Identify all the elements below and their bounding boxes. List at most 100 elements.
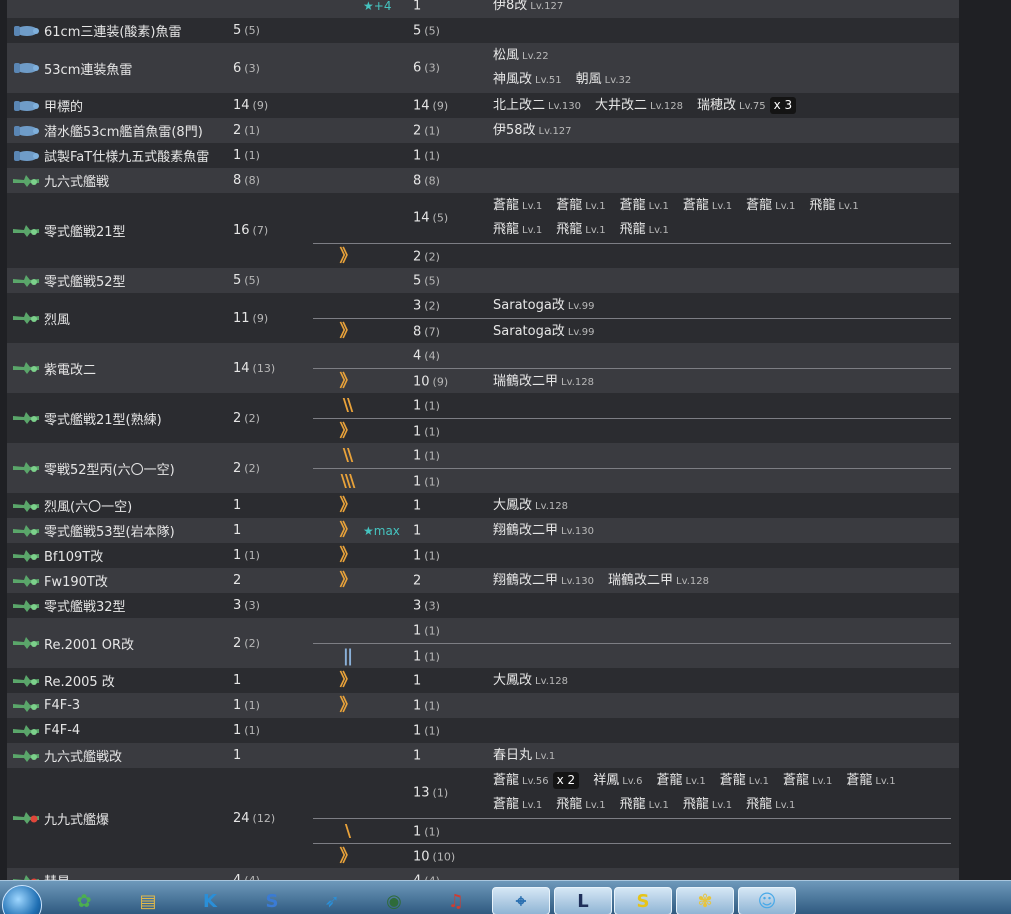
equipment-row[interactable]: Re.2001 OR改 2 (2) 1 (1) || 1 (1) — [7, 618, 959, 668]
ship-entry[interactable]: 蒼龍 Lv.1 — [556, 198, 605, 213]
ship-entry[interactable]: Saratoga改 Lv.99 — [493, 324, 594, 339]
equipment-row[interactable]: Re.2005 改 1 》 1 大鳳改 Lv.128 — [7, 668, 959, 693]
equipment-row[interactable]: 試製FaT仕様九五式酸素魚雷 1 (1) 1 (1) — [7, 143, 959, 168]
total-unlocked-count: (9) — [252, 311, 269, 325]
total-unlocked-count: (1) — [244, 124, 260, 137]
ship-entry[interactable]: 伊8改 Lv.127 — [493, 0, 563, 13]
ship-name: 伊58改 — [493, 122, 536, 138]
equipment-row[interactable]: 零式艦戦53型(岩本隊) 1 》 ★max 1 翔鶴改二甲 Lv.130 — [7, 518, 959, 543]
ship-entry[interactable]: 飛龍 Lv.1 — [683, 797, 732, 812]
ship-entry[interactable]: 蒼龍 Lv.1 — [720, 773, 769, 788]
equipment-row[interactable]: 零式艦戦21型(熟練) 2 (2) \\ 1 (1) 》 1 (1) — [7, 393, 959, 443]
ship-entry[interactable]: 春日丸 Lv.1 — [493, 748, 555, 763]
tier-count-sub: (1) — [424, 425, 440, 438]
app-l-icon[interactable]: L — [554, 887, 612, 914]
equipment-name: 甲標的 — [7, 93, 229, 118]
ship-entry[interactable]: 飛龍 Lv.1 — [620, 797, 669, 812]
ship-entry[interactable]: 大井改二 Lv.128 — [595, 98, 683, 113]
ship-entry[interactable]: 翔鶴改二甲 Lv.130 — [493, 523, 594, 538]
equipment-row[interactable]: Fw190T改 2 》 2 翔鶴改二甲 Lv.130 瑞鶴改二甲 Lv.128 — [7, 568, 959, 593]
equipment-row[interactable]: 53cm連装魚雷 6 (3) 6 (3) 松風 Lv.22 神風改 Lv.51 朝風 Lv.32 — [7, 43, 959, 93]
app-flower-icon[interactable]: ✾ — [676, 887, 734, 914]
total-count: 16 — [233, 223, 250, 238]
tier-count-value: 1 — [413, 448, 422, 463]
equipment-row[interactable]: 零式艦戦52型 5 (5) 5 (5) — [7, 268, 959, 293]
ship-entry[interactable]: 蒼龍 Lv.1 — [656, 773, 705, 788]
ship-level: Lv.1 — [711, 201, 733, 212]
total-count: 1 — [233, 723, 242, 738]
equipment-row[interactable]: 九九式艦爆 24 (12) 13 (1) 蒼龍 Lv.56 x 2 祥鳳 Lv.6 蒼龍 Lv.1 蒼龍… — [7, 768, 959, 868]
equipment-row[interactable]: ★+4 1 伊8改 Lv.127 — [7, 0, 959, 18]
improvement-tiers: 1 (1) — [313, 143, 951, 168]
equipment-row[interactable]: 零戦52型丙(六〇一空) 2 (2) \\ 1 (1) \\\ 1 (1) — [7, 443, 959, 493]
ship-entry[interactable]: 瑞穂改 Lv.75 — [697, 98, 766, 113]
ship-entry[interactable]: 神風改 Lv.51 — [493, 72, 562, 87]
ship-entry[interactable]: 瑞鶴改二甲 Lv.128 — [608, 573, 709, 588]
tier-count: 1 — [413, 498, 421, 513]
equipment-row[interactable]: 九六式艦戦 8 (8) 8 (8) — [7, 168, 959, 193]
ship-entry[interactable]: 蒼龍 Lv.1 — [493, 198, 542, 213]
ship-level: Lv.1 — [648, 201, 669, 212]
ship-line: 蒼龍 Lv.1 蒼龍 Lv.1 蒼龍 Lv.1 蒼龍 Lv.1 蒼龍 Lv.1 飛龍 Lv.1 — [493, 194, 951, 218]
equipment-row[interactable]: 紫電改二 14 (13) 4 (4) 》 10 (9) 瑞鶴改二甲 Lv.128 — [7, 343, 959, 393]
ship-entry[interactable]: 飛龍 Lv.1 — [746, 797, 795, 812]
equipment-row[interactable]: 甲標的 14 (9) 14 (9) 北上改二 Lv.130 大井改二 Lv.128 瑞穂改 Lv.7… — [7, 93, 959, 118]
fighter-icon — [12, 411, 40, 425]
ship-entry[interactable]: 朝風 Lv.32 — [576, 72, 632, 87]
ship-entry[interactable]: 飛龍 Lv.1 — [620, 222, 669, 237]
ship-level: Lv.1 — [535, 750, 556, 762]
ship-entry[interactable]: 蒼龍 Lv.1 — [683, 198, 732, 213]
ship-entry[interactable]: 飛龍 Lv.1 — [493, 222, 542, 237]
ship-entry[interactable]: 瑞鶴改二甲 Lv.128 — [493, 374, 594, 389]
file-explorer-icon[interactable]: ▤ — [126, 887, 170, 914]
ship-entry[interactable]: Saratoga改 Lv.99 — [493, 298, 594, 313]
ship-entry[interactable]: 松風 Lv.22 — [493, 48, 549, 63]
equipment-row[interactable]: 烈風(六〇一空) 1 》 1 大鳳改 Lv.128 — [7, 493, 959, 518]
equipment-row[interactable]: 61cm三連装(酸素)魚雷 5 (5) 5 (5) — [7, 18, 959, 43]
app-chat-icon[interactable]: ☺ — [738, 887, 796, 914]
improvement-tiers: ★+4 1 伊8改 Lv.127 — [313, 0, 951, 18]
ship-entry[interactable]: 飛龍 Lv.1 — [556, 797, 605, 812]
app-bird-icon[interactable]: ➶ — [310, 887, 354, 914]
total-unlocked-count: (2) — [244, 461, 260, 475]
equipment-row[interactable]: 潜水艦53cm艦首魚雷(8門) 2 (1) 2 (1) 伊58改 Lv.127 — [7, 118, 959, 143]
tier-count-value: 1 — [413, 673, 422, 688]
ship-entry[interactable]: 大鳳改 Lv.128 — [493, 498, 568, 513]
total-count: 2 — [233, 460, 242, 476]
equipment-row[interactable]: 彗星 4(4) 4(4) — [7, 868, 959, 880]
ship-entry[interactable]: 蒼龍 Lv.1 — [846, 773, 895, 788]
equipment-row[interactable]: 九六式艦戦改 1 1 春日丸 Lv.1 — [7, 743, 959, 768]
equipment-row[interactable]: 零式艦戦32型 3 (3) 3 (3) — [7, 593, 959, 618]
start-orb-icon[interactable] — [2, 885, 42, 914]
equipment-row[interactable]: 烈風 11 (9) 3 (2) Saratoga改 Lv.99 》 8 (7) Saratoga改 L… — [7, 293, 959, 343]
ship-entry[interactable]: 蒼龍 Lv.1 — [746, 198, 795, 213]
ship-entry[interactable]: 伊58改 Lv.127 — [493, 123, 572, 138]
ship-entry[interactable]: 翔鶴改二甲 Lv.130 — [493, 573, 594, 588]
app-s-yellow-icon[interactable]: S — [614, 887, 672, 914]
total-unlocked-count: (1) — [244, 549, 260, 562]
equipment-row[interactable]: F4F-4 1 (1) 1 (1) — [7, 718, 959, 743]
ship-entry[interactable]: 蒼龍 Lv.1 — [493, 797, 542, 812]
tier-count: 1 (1) — [413, 474, 440, 489]
ship-entry[interactable]: 飛龍 Lv.1 — [556, 222, 605, 237]
equipment-name: 零式艦戦52型 — [7, 268, 229, 293]
app-globe-icon[interactable]: ◉ — [372, 887, 416, 914]
tier-count-value: 1 — [413, 623, 422, 638]
app-k-icon[interactable]: K — [188, 887, 232, 914]
netease-music-icon[interactable]: ♫ — [434, 887, 478, 914]
ship-entry[interactable]: 飛龍 Lv.1 — [809, 198, 858, 213]
ship-entry[interactable]: 北上改二 Lv.130 — [493, 98, 581, 113]
ship-entry[interactable]: 祥鳳 Lv.6 — [593, 773, 642, 788]
app-s-blue-icon[interactable]: S — [250, 887, 294, 914]
app-compass-icon[interactable]: ⌖ — [492, 887, 550, 914]
equipment-row[interactable]: 零式艦戦21型 16 (7) 14 (5) 蒼龍 Lv.1 蒼龍 Lv.1 蒼龍 Lv.1 蒼龍 Lv.… — [7, 193, 959, 268]
ship-entry[interactable]: 蒼龍 Lv.1 — [620, 198, 669, 213]
equipment-row[interactable]: Bf109T改 1 (1) 》 1 (1) — [7, 543, 959, 568]
ship-entry[interactable]: 大鳳改 Lv.128 — [493, 673, 568, 688]
fighter-icon — [12, 224, 40, 238]
equipment-row[interactable]: F4F-3 1 (1) 》 1 (1) — [7, 693, 959, 718]
ship-entry[interactable]: 蒼龍 Lv.56 — [493, 773, 549, 788]
ship-entry[interactable]: 蒼龍 Lv.1 — [783, 773, 832, 788]
ship-name: 翔鶴改二甲 — [493, 572, 559, 588]
app-butterfly-icon[interactable]: ✿ — [62, 887, 106, 914]
